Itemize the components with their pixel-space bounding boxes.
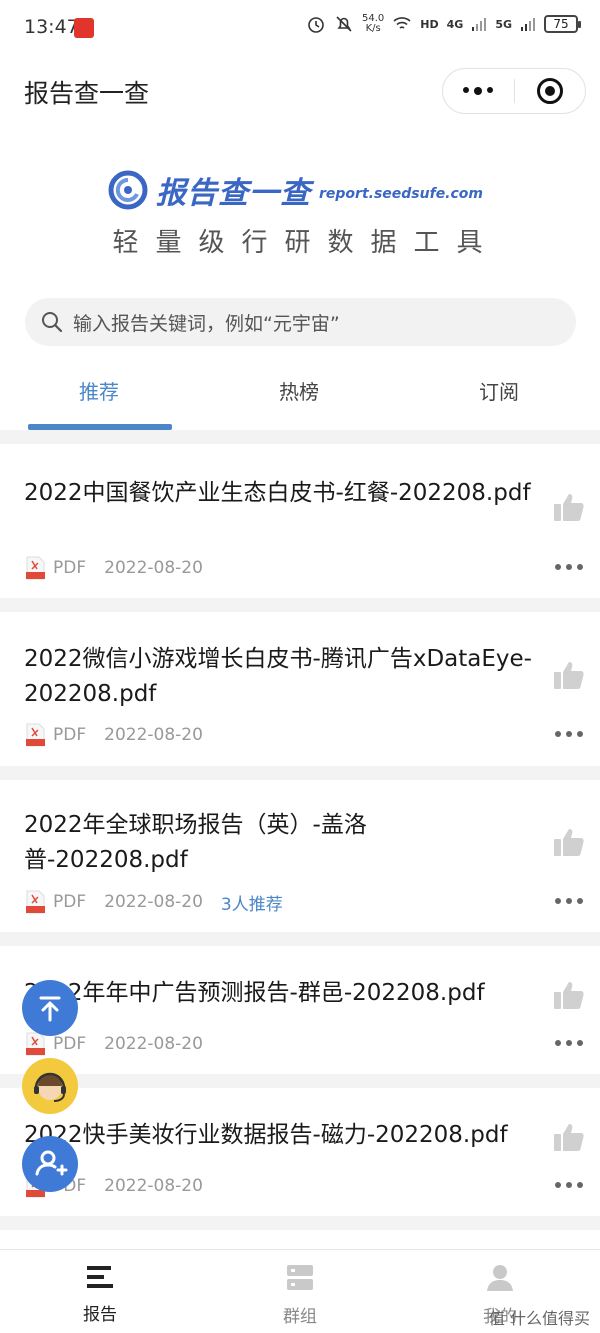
search-icon — [42, 312, 63, 333]
signal-bars-icon — [472, 18, 487, 31]
person-icon — [487, 1265, 513, 1291]
report-date: 2022-08-20 — [104, 892, 203, 912]
more-button[interactable] — [443, 69, 514, 113]
more-options-icon[interactable] — [555, 731, 583, 737]
back-to-top-button[interactable] — [22, 980, 78, 1036]
report-type: PDF — [53, 558, 87, 578]
arrow-up-icon — [39, 996, 61, 1022]
add-user-button[interactable] — [22, 1136, 78, 1192]
mini-program-capsule — [442, 68, 586, 114]
report-type: PDF — [53, 1034, 87, 1054]
tab-bar: 推荐 热榜 订阅 — [0, 362, 600, 430]
like-icon[interactable] — [553, 980, 585, 1010]
list-item[interactable]: 2022年全球职场报告（英）-盖洛普-202208.pdf PDF 2022-0… — [0, 780, 600, 932]
list-icon — [87, 1266, 113, 1288]
signal-bars-icon-2 — [521, 18, 535, 31]
pdf-icon — [26, 890, 45, 914]
divider — [0, 1216, 600, 1230]
search-placeholder: 输入报告关键词，例如“元宇宙” — [73, 312, 340, 335]
report-date: 2022-08-20 — [104, 725, 203, 745]
report-meta: PDF 2022-08-20 3人推荐 — [26, 890, 283, 915]
report-title[interactable]: 2022微信小游戏增长白皮书-腾讯广告xDataEye-202208.pdf — [24, 642, 544, 712]
mute-bell-icon — [336, 16, 352, 32]
status-time: 13:47 — [24, 16, 79, 38]
report-title[interactable]: 2022年年中广告预测报告-群邑-202208.pdf — [24, 976, 544, 1011]
like-icon[interactable] — [553, 660, 585, 690]
target-circle-icon — [536, 78, 563, 104]
tab-subscribe[interactable]: 订阅 — [479, 376, 519, 405]
status-indicators: 54.0 K/s HD 4G 5G 75 — [306, 13, 581, 34]
report-type: PDF — [53, 725, 87, 745]
divider — [0, 932, 600, 946]
swirl-logo-icon — [108, 170, 148, 210]
more-options-icon[interactable] — [555, 898, 583, 904]
nav-item-reports[interactable]: 报告 — [60, 1264, 140, 1325]
nav-item-groups[interactable]: 群组 — [260, 1264, 340, 1327]
more-options-icon[interactable] — [555, 1040, 583, 1046]
battery-icon: 75 — [544, 15, 581, 33]
tab-hot[interactable]: 热榜 — [279, 376, 319, 405]
nav-bar: 报告查一查 — [0, 56, 600, 126]
signal-5g-label: 5G — [495, 17, 512, 31]
report-date: 2022-08-20 — [104, 558, 203, 578]
like-icon[interactable] — [553, 492, 585, 522]
more-options-icon[interactable] — [555, 564, 583, 570]
list-item[interactable]: 2022快手美妆行业数据报告-磁力-202208.pdf PDF 2022-08… — [0, 1088, 600, 1216]
alarm-icon — [308, 17, 324, 33]
list-item[interactable]: 2022中国餐饮产业生态白皮书-红餐-202208.pdf PDF 2022-0… — [0, 444, 600, 598]
pdf-icon — [26, 556, 45, 580]
report-meta: PDF 2022-08-20 — [26, 556, 203, 580]
tab-recommend[interactable]: 推荐 — [79, 376, 119, 405]
server-icon — [287, 1265, 313, 1290]
add-user-icon — [35, 1150, 68, 1176]
brand-slogan: 轻量级行研数据工具 — [112, 228, 500, 258]
page-title: 报告查一查 — [24, 79, 150, 108]
divider — [0, 598, 600, 612]
close-button[interactable] — [515, 69, 586, 113]
watermark: 值 什么值得买 — [488, 1309, 590, 1328]
divider — [0, 766, 600, 780]
like-icon[interactable] — [553, 827, 585, 857]
brand-logo: 报告查一查 report.seedsufe.com — [108, 168, 508, 212]
report-title[interactable]: 2022年全球职场报告（英）-盖洛普-202208.pdf — [24, 808, 424, 878]
headset-avatar-icon — [34, 1072, 66, 1102]
report-meta: PDF 2022-08-20 — [26, 723, 203, 747]
signal-4g-label: 4G — [446, 17, 464, 31]
hd-label: HD — [420, 17, 439, 31]
report-date: 2022-08-20 — [104, 1034, 203, 1054]
pdf-icon — [26, 723, 45, 747]
list-item[interactable]: 2022年年中广告预测报告-群邑-202208.pdf PDF 2022-08-… — [0, 946, 600, 1074]
report-title[interactable]: 2022快手美妆行业数据报告-磁力-202208.pdf — [24, 1118, 544, 1153]
brand-name: 报告查一查 — [156, 176, 311, 211]
wifi-icon — [393, 17, 411, 29]
list-item[interactable]: 2022微信小游戏增长白皮书-腾讯广告xDataEye-202208.pdf P… — [0, 612, 600, 766]
brand-url: report.seedsufe.com — [319, 186, 484, 202]
divider — [0, 1074, 600, 1088]
report-title[interactable]: 2022中国餐饮产业生态白皮书-红餐-202208.pdf — [24, 476, 544, 511]
bottom-nav: 报告 群组 我的 值 什么值得买 — [0, 1249, 600, 1333]
divider — [0, 430, 600, 444]
status-bar: 13:47 54.0 K/s HD 4G 5G 75 — [0, 0, 600, 56]
nav-label: 报告 — [83, 1305, 117, 1325]
search-input[interactable]: 输入报告关键词，例如“元宇宙” — [25, 298, 576, 346]
app-notification-icon — [74, 18, 94, 38]
more-options-icon[interactable] — [555, 1182, 583, 1188]
nav-label: 群组 — [283, 1307, 317, 1327]
recommend-count: 3人推荐 — [220, 894, 283, 915]
report-type: PDF — [53, 892, 87, 912]
customer-service-button[interactable] — [22, 1058, 78, 1114]
like-icon[interactable] — [553, 1122, 585, 1152]
report-date: 2022-08-20 — [104, 1176, 203, 1196]
net-speed: 54.0 K/s — [362, 13, 385, 34]
more-dots-icon — [463, 87, 494, 95]
